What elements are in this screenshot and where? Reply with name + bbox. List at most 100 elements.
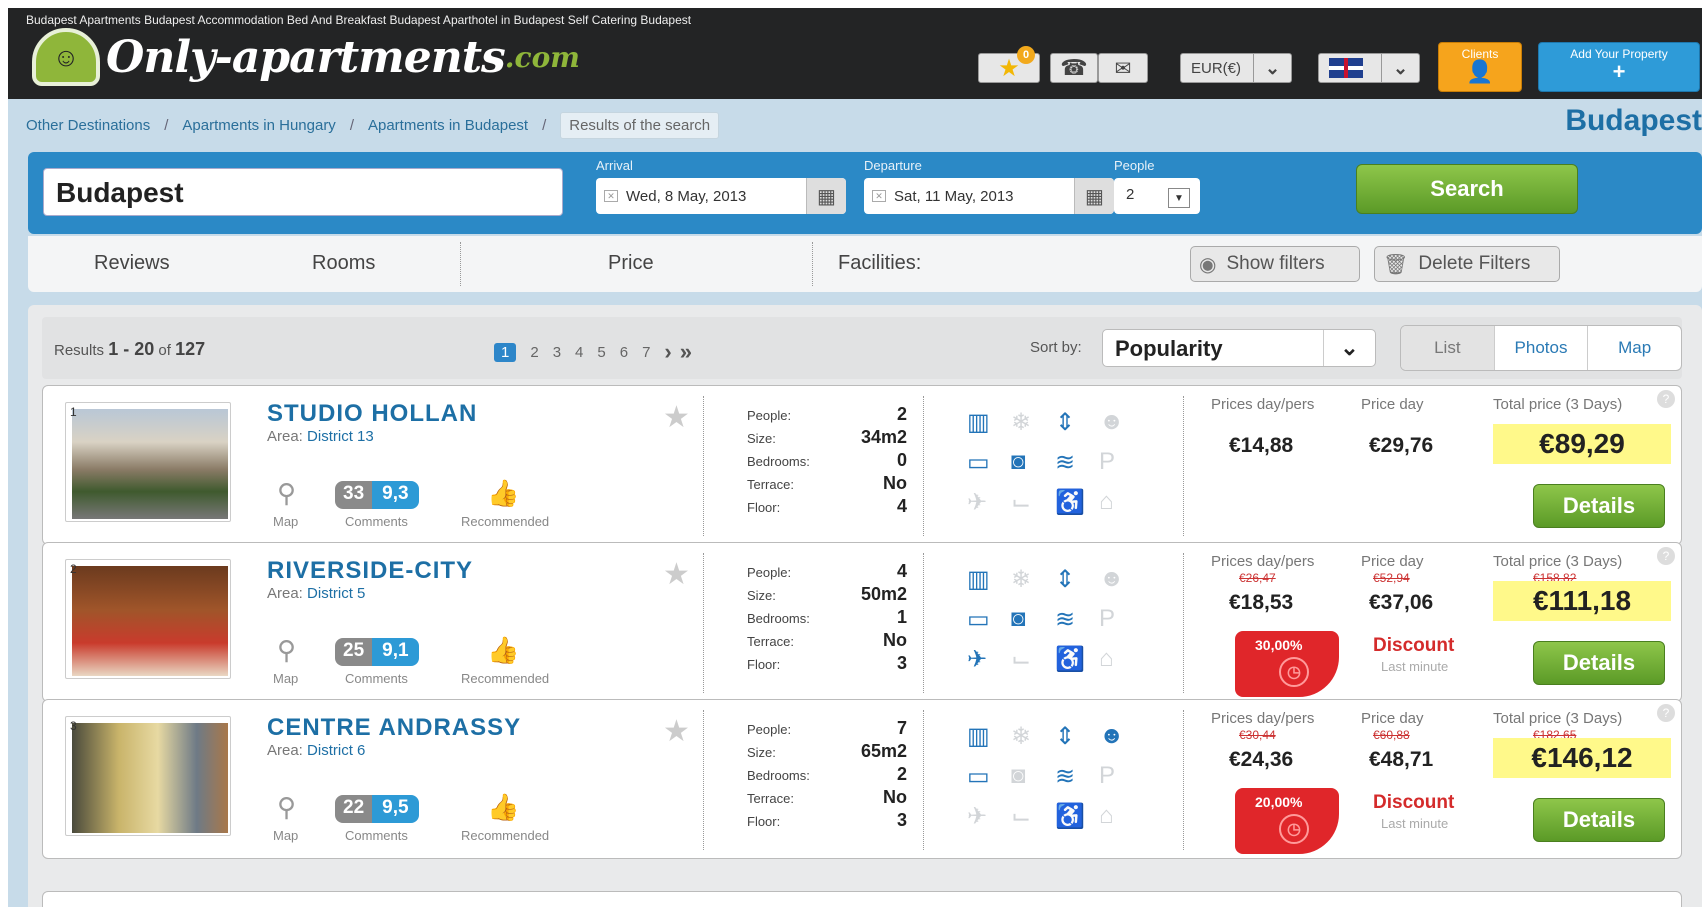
area-link[interactable]: District 13: [307, 428, 374, 445]
sort-select[interactable]: Popularity ⌄: [1102, 329, 1376, 367]
arrival-date-field[interactable]: ✕ Wed, 8 May, 2013 ▦: [596, 178, 846, 214]
page-link[interactable]: 6: [620, 344, 628, 361]
listing-card[interactable]: [42, 891, 1682, 907]
view-tab-list[interactable]: List: [1401, 326, 1494, 370]
elevator-icon: ⇕: [1055, 409, 1076, 436]
next-page-icon[interactable]: ›: [664, 339, 671, 365]
rating-badge[interactable]: 33 9,3: [335, 481, 419, 509]
comment-count: 25: [335, 638, 373, 666]
clear-icon[interactable]: ✕: [872, 190, 886, 202]
info-icon[interactable]: ?: [1657, 704, 1675, 722]
thumbs-up-icon[interactable]: 👍: [487, 792, 519, 823]
details-button[interactable]: Details: [1533, 641, 1665, 685]
clear-icon[interactable]: ✕: [604, 190, 618, 202]
listing-title[interactable]: CENTRE ANDRASSY: [267, 714, 521, 742]
currency-value: EUR(€): [1191, 59, 1242, 77]
total-price-label: Total price (3 Days): [1493, 553, 1623, 570]
people-select[interactable]: 2 ▼: [1114, 178, 1200, 214]
page-link[interactable]: 5: [597, 344, 605, 361]
area-link[interactable]: District 5: [307, 585, 365, 602]
search-bar: Budapest Arrival ✕ Wed, 8 May, 2013 ▦ De…: [28, 152, 1702, 234]
favorite-star-icon[interactable]: ★: [663, 557, 690, 592]
language-select[interactable]: ⌄: [1318, 53, 1420, 83]
clients-button[interactable]: Clients 👤: [1438, 42, 1522, 92]
spec-people: 7: [896, 718, 907, 738]
listing-photo[interactable]: 2: [65, 559, 231, 679]
air-conditioning-icon: ❄: [1011, 409, 1032, 436]
delete-filters-button[interactable]: 🗑 Delete Filters: [1374, 246, 1560, 282]
listing-title[interactable]: STUDIO HOLLAN: [267, 400, 477, 428]
spec-label: Bedrooms:: [747, 454, 810, 469]
spec-label: Floor:: [747, 657, 781, 672]
show-filters-button[interactable]: ◉ Show filters: [1190, 246, 1360, 282]
breadcrumb-item[interactable]: Apartments in Budapest: [368, 117, 528, 134]
listing-card[interactable]: 3 CENTRE ANDRASSY Area: District 6 ★ ⚲ M…: [42, 699, 1682, 859]
info-icon[interactable]: ?: [1657, 390, 1675, 408]
filter-tab-rooms[interactable]: Rooms: [312, 252, 375, 275]
filter-tab-facilities[interactable]: Facilities:: [838, 252, 921, 275]
comments-label[interactable]: Comments: [345, 828, 408, 843]
price-per-person: €24,36: [1229, 748, 1294, 771]
child-icon: ☻: [1099, 408, 1125, 435]
recommended-label[interactable]: Recommended: [461, 828, 549, 843]
site-logo[interactable]: ☺ Only-apartments .com: [32, 28, 580, 86]
rating-badge[interactable]: 22 9,5: [335, 795, 419, 823]
area-link[interactable]: District 6: [307, 742, 365, 759]
breadcrumb-separator: /: [164, 117, 169, 134]
rating-badge[interactable]: 25 9,1: [335, 638, 419, 666]
recommended-label[interactable]: Recommended: [461, 514, 549, 529]
listing-number: 3: [70, 719, 77, 733]
calendar-icon[interactable]: ▦: [806, 178, 846, 214]
thumbs-up-icon[interactable]: 👍: [487, 635, 519, 666]
spec-people: 2: [896, 404, 907, 424]
info-icon[interactable]: ?: [1657, 547, 1675, 565]
recommended-label[interactable]: Recommended: [461, 671, 549, 686]
listing-card[interactable]: 2 RIVERSIDE-CITY Area: District 5 ★ ⚲ Ma…: [42, 542, 1682, 702]
listing-title[interactable]: RIVERSIDE-CITY: [267, 557, 473, 585]
currency-select[interactable]: EUR(€) ⌄: [1180, 53, 1292, 83]
pool-icon: ⌂: [1099, 802, 1114, 829]
search-button[interactable]: Search: [1356, 164, 1578, 214]
seo-links[interactable]: Budapest Apartments Budapest Accommodati…: [26, 13, 691, 27]
filter-tab-reviews[interactable]: Reviews: [94, 252, 170, 275]
view-tab-map[interactable]: Map: [1587, 326, 1681, 370]
phone-button[interactable]: ☎: [1050, 53, 1098, 83]
filter-tab-price[interactable]: Price: [608, 252, 654, 275]
map-pin-icon[interactable]: ⚲: [277, 792, 296, 823]
breadcrumb-item[interactable]: Other Destinations: [26, 117, 150, 134]
mail-button[interactable]: ✉: [1098, 53, 1148, 83]
spec-size: 34m2: [860, 427, 907, 447]
map-label[interactable]: Map: [273, 514, 298, 529]
page-link[interactable]: 7: [642, 344, 650, 361]
breadcrumb-item[interactable]: Apartments in Hungary: [182, 117, 335, 134]
thumbs-up-icon[interactable]: 👍: [487, 478, 519, 509]
departure-date-field[interactable]: ✕ Sat, 11 May, 2013 ▦: [864, 178, 1114, 214]
page-link[interactable]: 3: [553, 344, 561, 361]
favorite-star-icon[interactable]: ★: [663, 714, 690, 749]
listing-photo[interactable]: 1: [65, 402, 231, 522]
comments-label[interactable]: Comments: [345, 671, 408, 686]
listing-specs: People: 7 Size: 65m2 Bedrooms: 2 Terrace: No…: [747, 718, 907, 837]
parking-icon: P: [1099, 762, 1116, 789]
site-header: Budapest Apartments Budapest Accommodati…: [8, 8, 1702, 99]
map-label[interactable]: Map: [273, 828, 298, 843]
calendar-icon[interactable]: ▦: [1074, 178, 1114, 214]
add-property-button[interactable]: Add Your Property +: [1538, 42, 1700, 92]
page-link[interactable]: 2: [530, 344, 538, 361]
map-pin-icon[interactable]: ⚲: [277, 635, 296, 666]
map-pin-icon[interactable]: ⚲: [277, 478, 296, 509]
view-tab-photos[interactable]: Photos: [1493, 326, 1588, 370]
page-link[interactable]: 4: [575, 344, 583, 361]
favorite-star-icon[interactable]: ★: [663, 400, 690, 435]
listing-card[interactable]: 1 STUDIO HOLLAN Area: District 13 ★ ⚲ Ma…: [42, 385, 1682, 545]
comments-label[interactable]: Comments: [345, 514, 408, 529]
details-button[interactable]: Details: [1533, 484, 1665, 528]
details-button[interactable]: Details: [1533, 798, 1665, 842]
page-link-current[interactable]: 1: [494, 342, 517, 362]
last-page-icon[interactable]: »: [680, 339, 692, 365]
destination-input[interactable]: Budapest: [43, 168, 563, 216]
comment-count: 33: [335, 481, 373, 509]
favorites-button[interactable]: ★ 0: [978, 46, 1040, 83]
listing-photo[interactable]: 3: [65, 716, 231, 836]
map-label[interactable]: Map: [273, 671, 298, 686]
